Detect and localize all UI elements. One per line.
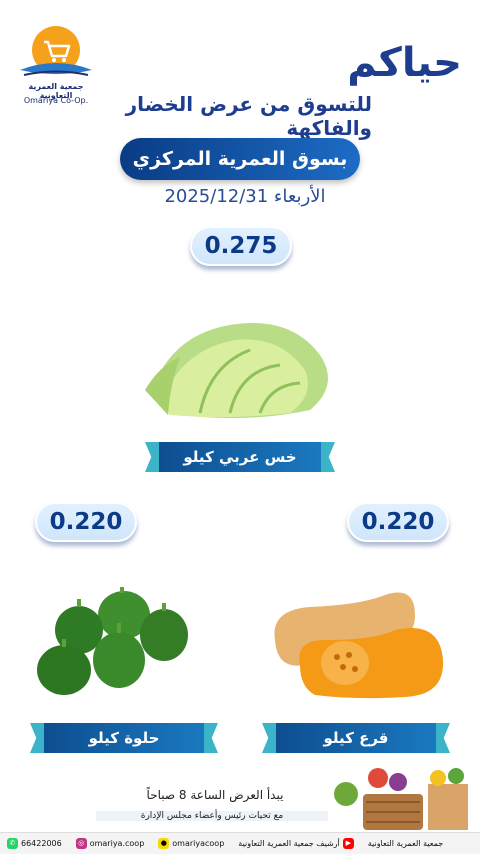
cart-logo-icon [20, 26, 92, 76]
market-badge: بسوق العمرية المركزي [120, 138, 360, 180]
omariya-logo: جمعية العمرية التعاونية Omariya Co-Op. [14, 20, 98, 115]
instagram-item[interactable]: ◎ omariya.coop [75, 838, 145, 849]
peppers-image [37, 587, 188, 695]
snapchat-icon: ● [158, 838, 170, 849]
phone-number: 66422006 [21, 839, 62, 848]
band-end-left [30, 723, 44, 753]
offer-date: الأربعاء 2025/12/31 [164, 186, 326, 207]
youtube-item[interactable]: ▶ أرشيف جمعية العمرية التعاونية [238, 838, 354, 849]
instagram-icon: ◎ [75, 838, 87, 849]
contact-bar: ✆ 66422006 ◎ omariya.coop ● omariyacoop … [0, 832, 480, 854]
snapchat-handle: omariyacoop [172, 839, 225, 848]
squash-label: قرع كيلو [262, 723, 450, 753]
phone-item[interactable]: ✆ 66422006 [7, 838, 62, 849]
band-end-right [321, 442, 335, 472]
pepper-label: حلوة كيلو [30, 723, 218, 753]
greeting-title: حياكم [347, 40, 462, 86]
market-name: بسوق العمرية المركزي [132, 148, 348, 170]
snapchat-item[interactable]: ● omariyacoop [158, 838, 224, 849]
instagram-handle: omariya.coop [89, 839, 145, 848]
youtube-channel: أرشيف جمعية العمرية التعاونية [238, 839, 340, 848]
band-end-right [204, 723, 218, 753]
pepper-price: 0.220 [35, 502, 137, 542]
whatsapp-icon: ✆ [7, 838, 18, 849]
squash-image [274, 592, 444, 699]
squash-price: 0.220 [347, 502, 449, 542]
youtube-icon: ▶ [342, 838, 354, 849]
offer-start-time: يبدأ العرض الساعة 8 صباحاً [146, 788, 284, 802]
lettuce-label: خس عربي كيلو [145, 442, 335, 472]
grocery-basket-image [334, 768, 468, 830]
band-end-left [145, 442, 159, 472]
subtitle: للتسوق من عرض الخضار والفاكهة [125, 92, 372, 140]
band-end-left [262, 723, 276, 753]
lettuce-image [145, 323, 328, 419]
lettuce-price: 0.275 [190, 226, 292, 266]
band-end-right [436, 723, 450, 753]
name-item: جمعية العمرية التعاونية [368, 839, 443, 848]
coop-name: جمعية العمرية التعاونية [367, 839, 444, 848]
logo-name-en: Omariya Co-Op. [23, 96, 89, 105]
board-regards: مع تحيات رئيس وأعضاء مجلس الإدارة [96, 811, 328, 821]
